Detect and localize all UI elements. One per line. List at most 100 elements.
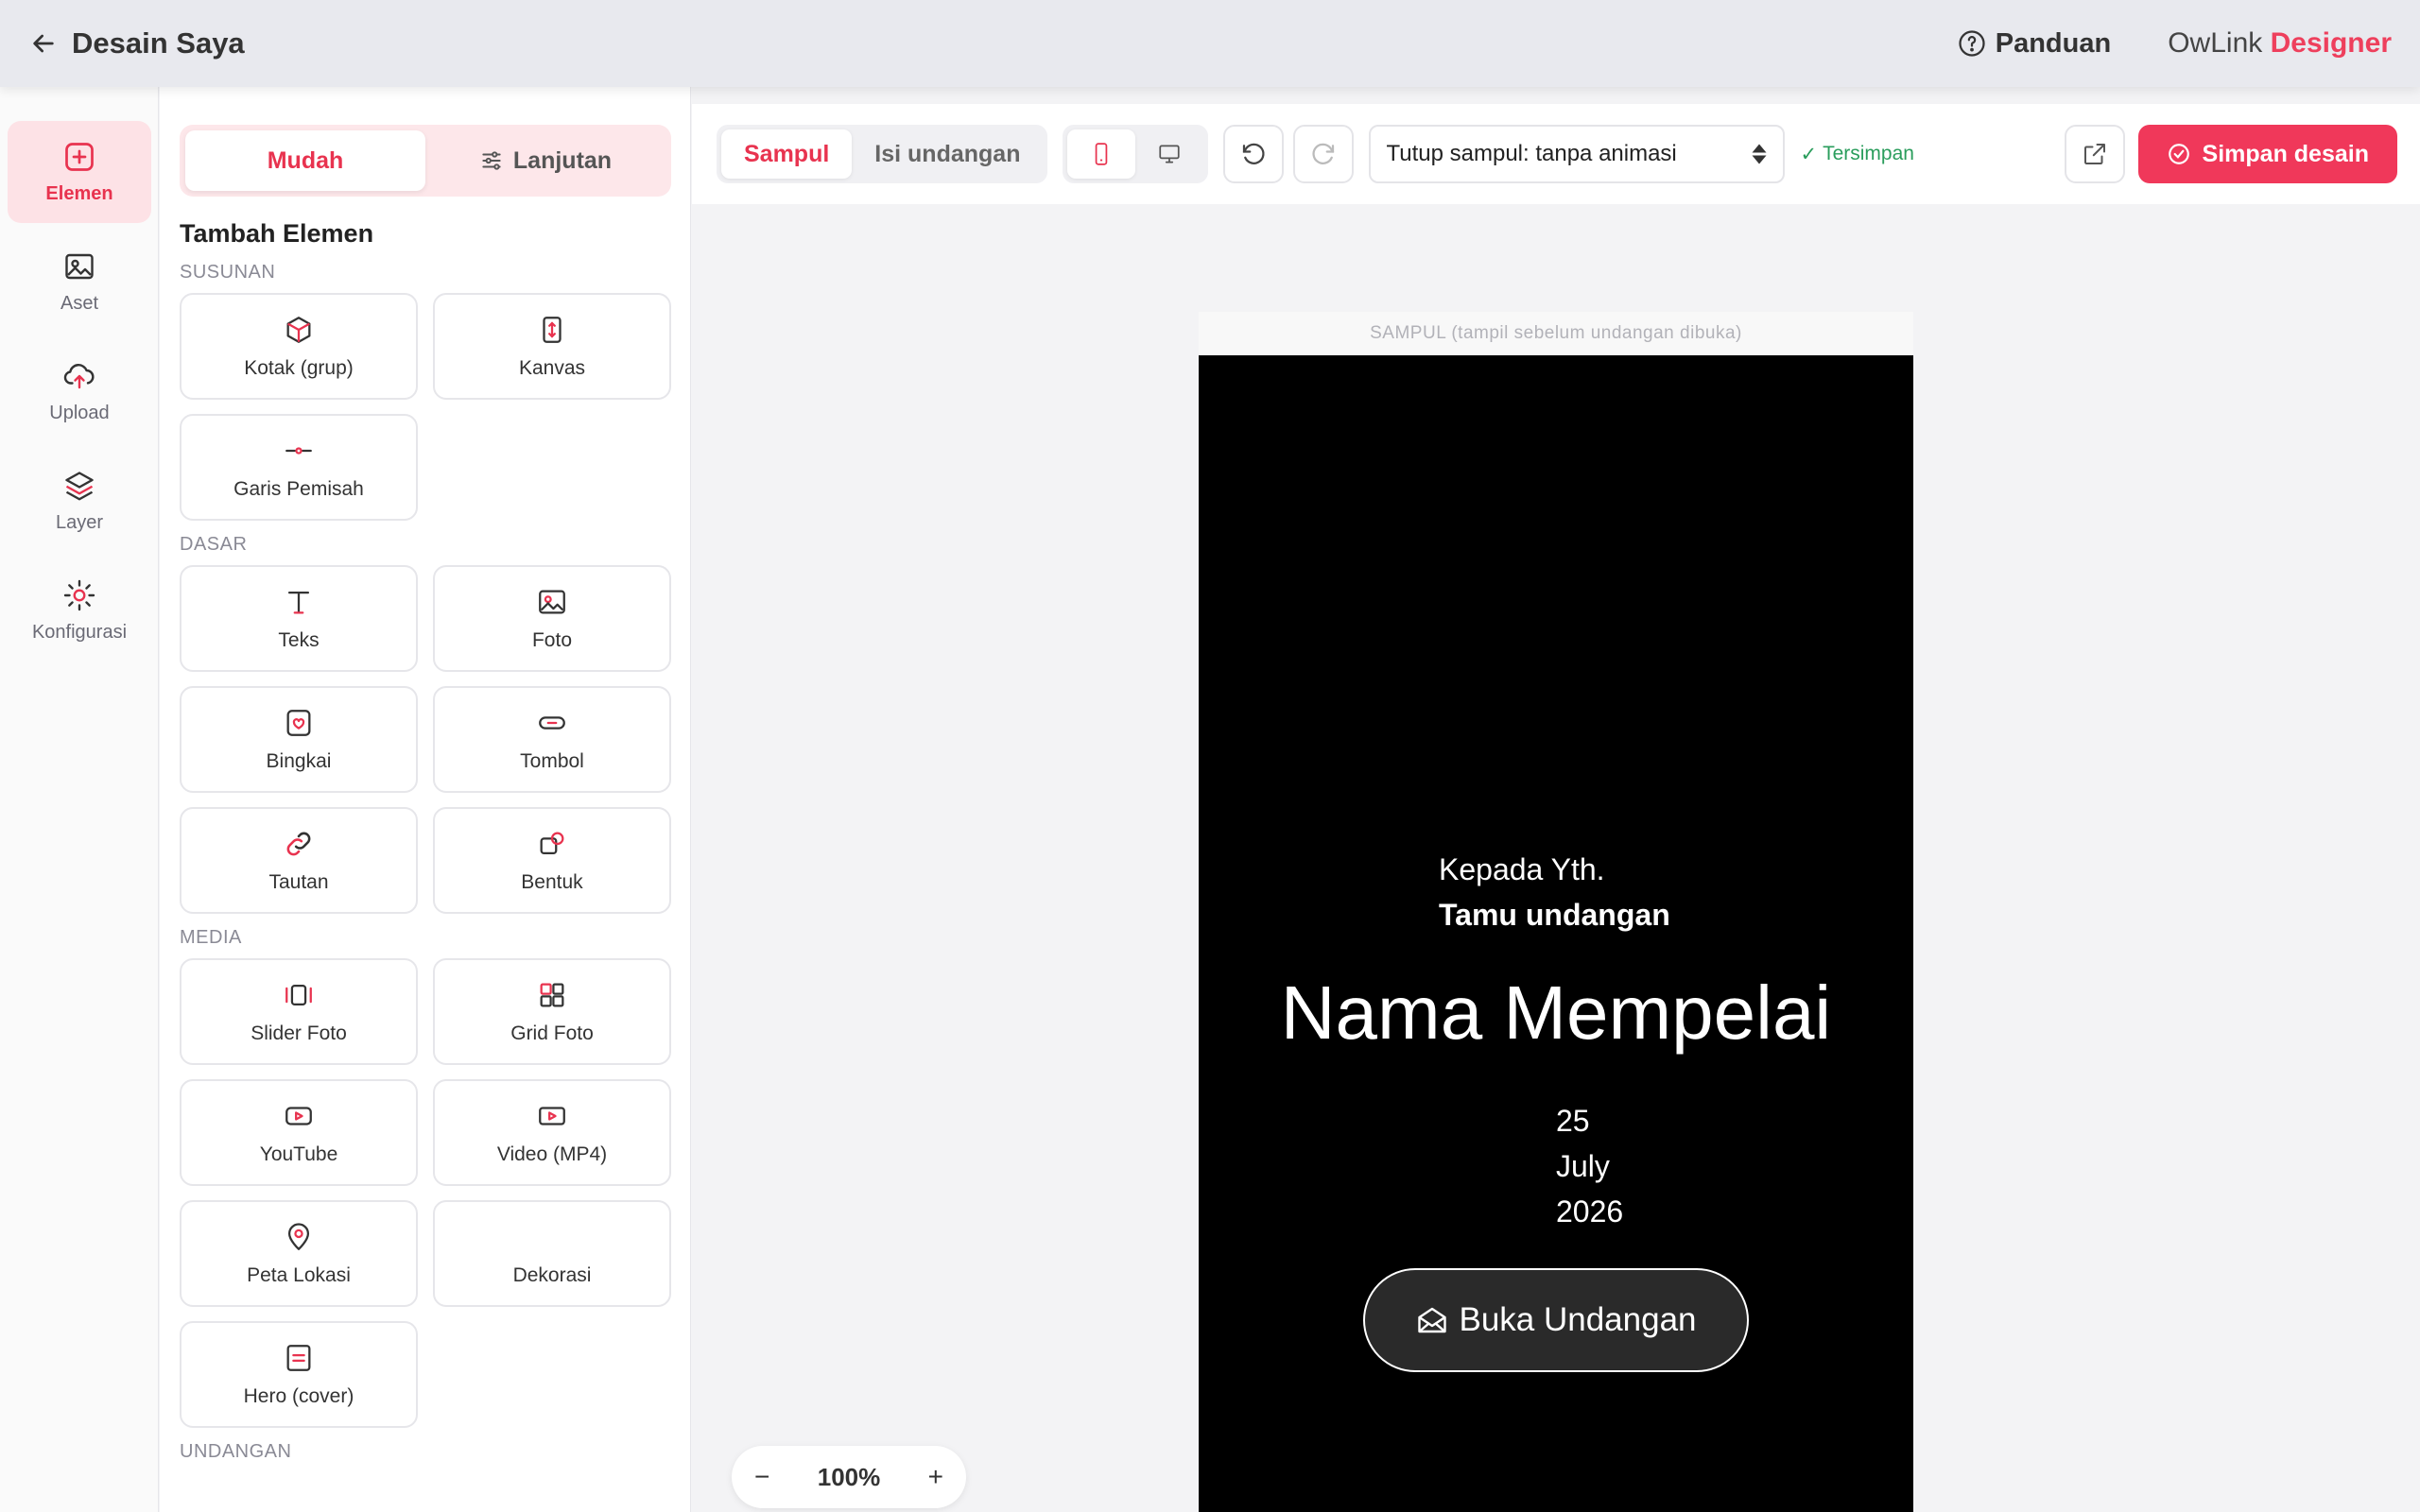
rail-item-elemen[interactable]: Elemen bbox=[8, 121, 151, 223]
canvas-icon bbox=[543, 316, 562, 343]
redo-icon bbox=[1312, 143, 1335, 164]
rail-label-aset: Aset bbox=[60, 292, 99, 314]
top-right-group: Panduan OwLink Designer bbox=[1958, 27, 2392, 60]
tile-video-mp4[interactable]: Video (MP4) bbox=[433, 1079, 671, 1186]
tile-slider-foto[interactable]: Slider Foto bbox=[180, 958, 418, 1065]
tile-bingkai[interactable]: Bingkai bbox=[180, 686, 418, 793]
check-circle-icon bbox=[2168, 144, 2189, 164]
zoom-level: 100% bbox=[817, 1462, 881, 1491]
mobile-view-button[interactable] bbox=[1067, 129, 1136, 179]
sliders-icon bbox=[482, 151, 501, 170]
section-susunan: SUSUNAN Kotak (grup) Kanvas Garis Pemisa… bbox=[180, 262, 671, 521]
undo-icon bbox=[1243, 143, 1265, 164]
tile-label: Tombol bbox=[520, 749, 584, 772]
tile-label: Slider Foto bbox=[251, 1022, 347, 1044]
mode-easy-label: Mudah bbox=[267, 146, 344, 174]
tile-foto[interactable]: Foto bbox=[433, 565, 671, 672]
tile-peta-lokasi[interactable]: Peta Lokasi bbox=[180, 1200, 418, 1307]
plus-square-icon bbox=[65, 142, 94, 171]
tile-label: Tautan bbox=[268, 870, 329, 893]
tile-kanvas[interactable]: Kanvas bbox=[433, 293, 671, 400]
editor-toolbar: Sampul Isi undangan Tutup sampul: tanpa … bbox=[692, 104, 2420, 204]
layers-icon bbox=[65, 471, 94, 500]
monitor-icon bbox=[1159, 145, 1181, 163]
event-date[interactable]: 25 July 2026 bbox=[1556, 1098, 1623, 1234]
recipient-salutation[interactable]: Kepada Yth. bbox=[1439, 852, 1605, 887]
couple-name[interactable]: Nama Mempelai bbox=[1199, 970, 1913, 1057]
tile-tombol[interactable]: Tombol bbox=[433, 686, 671, 793]
brand-accent: Designer bbox=[2270, 27, 2392, 59]
rail-item-upload[interactable]: Upload bbox=[8, 340, 151, 442]
tile-label: Kanvas bbox=[518, 356, 586, 379]
guest-name[interactable]: Tamu undangan bbox=[1439, 898, 1670, 933]
cover-canvas[interactable]: Kepada Yth. Tamu undangan Nama Mempelai … bbox=[1199, 355, 1913, 1512]
tile-label: Peta Lokasi bbox=[247, 1263, 351, 1286]
tile-youtube[interactable]: YouTube bbox=[180, 1079, 418, 1186]
saved-status: ✓ Tersimpan bbox=[1800, 143, 1913, 166]
rail-item-konfigurasi[interactable]: Konfigurasi bbox=[8, 559, 151, 662]
brand-prefix: OwLink bbox=[2168, 27, 2263, 59]
tile-garis-pemisah[interactable]: Garis Pemisah bbox=[180, 414, 418, 521]
section-undangan: UNDANGAN bbox=[180, 1441, 671, 1463]
tile-bentuk[interactable]: Bentuk bbox=[433, 807, 671, 914]
tile-label: YouTube bbox=[259, 1143, 338, 1165]
help-circle-icon bbox=[1959, 30, 1985, 57]
zoom-in-button[interactable]: + bbox=[928, 1462, 943, 1492]
mode-easy-button[interactable]: Mudah bbox=[185, 130, 425, 191]
sort-arrows-icon bbox=[1752, 144, 1767, 164]
tab-sampul[interactable]: Sampul bbox=[721, 129, 853, 179]
open-invitation-button[interactable]: Buka Undangan bbox=[1363, 1268, 1749, 1372]
panel-title: Tambah Elemen bbox=[180, 219, 374, 248]
slider-icon bbox=[285, 984, 312, 1005]
map-pin-icon bbox=[287, 1222, 310, 1250]
tile-grid-dasar: Teks Foto Bingkai Tombol Tautan Bentuk bbox=[180, 565, 671, 914]
arrow-left-icon bbox=[33, 34, 54, 53]
rail-label-layer: Layer bbox=[55, 511, 104, 533]
cover-animation-value: Tutup sampul: tanpa animasi bbox=[1386, 141, 1677, 166]
text-icon bbox=[287, 591, 310, 613]
desktop-view-button[interactable] bbox=[1135, 129, 1203, 179]
section-media: MEDIA Slider Foto Grid Foto YouTube Vide… bbox=[180, 927, 671, 1428]
saved-label: Tersimpan bbox=[1823, 143, 1914, 164]
tile-teks[interactable]: Teks bbox=[180, 565, 418, 672]
rail-label-konfigurasi: Konfigurasi bbox=[31, 621, 128, 643]
tile-label: Hero (cover) bbox=[243, 1384, 354, 1407]
save-design-button[interactable]: Simpan desain bbox=[2137, 125, 2397, 183]
zoom-out-button[interactable]: − bbox=[754, 1462, 769, 1492]
tile-label: Bentuk bbox=[521, 870, 583, 893]
cover-animation-select[interactable]: Tutup sampul: tanpa animasi bbox=[1369, 125, 1786, 183]
tile-grid-foto[interactable]: Grid Foto bbox=[433, 958, 671, 1065]
undo-button[interactable] bbox=[1223, 125, 1285, 183]
button-icon bbox=[539, 715, 565, 730]
date-day: 25 bbox=[1556, 1104, 1590, 1138]
tile-hero-cover[interactable]: Hero (cover) bbox=[180, 1321, 418, 1428]
open-preview-button[interactable] bbox=[2065, 125, 2125, 183]
rail-item-aset[interactable]: Aset bbox=[8, 231, 151, 333]
section-label-undangan: UNDANGAN bbox=[180, 1441, 292, 1462]
video-icon bbox=[539, 1106, 565, 1125]
shapes-icon bbox=[540, 832, 564, 854]
box-icon bbox=[286, 316, 311, 343]
redo-button[interactable] bbox=[1293, 125, 1355, 183]
tab-isi-undangan[interactable]: Isi undangan bbox=[852, 129, 1043, 179]
tile-kotak-grup[interactable]: Kotak (grup) bbox=[180, 293, 418, 400]
tile-label: Dekorasi bbox=[512, 1263, 592, 1286]
tile-label: Garis Pemisah bbox=[233, 477, 364, 500]
smartphone-icon bbox=[1096, 143, 1108, 165]
tile-tautan[interactable]: Tautan bbox=[180, 807, 418, 914]
back-label: Desain Saya bbox=[72, 26, 245, 60]
hero-icon bbox=[286, 1344, 311, 1371]
guide-button[interactable]: Panduan bbox=[1958, 28, 2111, 60]
cover-hint-text: SAMPUL (tampil sebelum undangan dibuka) bbox=[1370, 323, 1742, 343]
top-bar: Desain Saya Panduan OwLink Designer bbox=[0, 0, 2420, 87]
back-button[interactable]: Desain Saya bbox=[28, 26, 245, 60]
zoom-control: − 100% + bbox=[732, 1446, 966, 1508]
guide-label: Panduan bbox=[1995, 27, 2112, 59]
external-link-icon bbox=[2084, 144, 2105, 164]
envelope-open-icon bbox=[1418, 1307, 1447, 1333]
mode-advanced-button[interactable]: Lanjutan bbox=[425, 130, 666, 191]
tile-grid-susunan: Kotak (grup) Kanvas Garis Pemisah bbox=[180, 293, 671, 521]
section-dasar: DASAR Teks Foto Bingkai Tombol Tautan Be… bbox=[180, 534, 671, 914]
tile-dekorasi[interactable]: Dekorasi bbox=[433, 1200, 671, 1307]
rail-item-layer[interactable]: Layer bbox=[8, 450, 151, 552]
